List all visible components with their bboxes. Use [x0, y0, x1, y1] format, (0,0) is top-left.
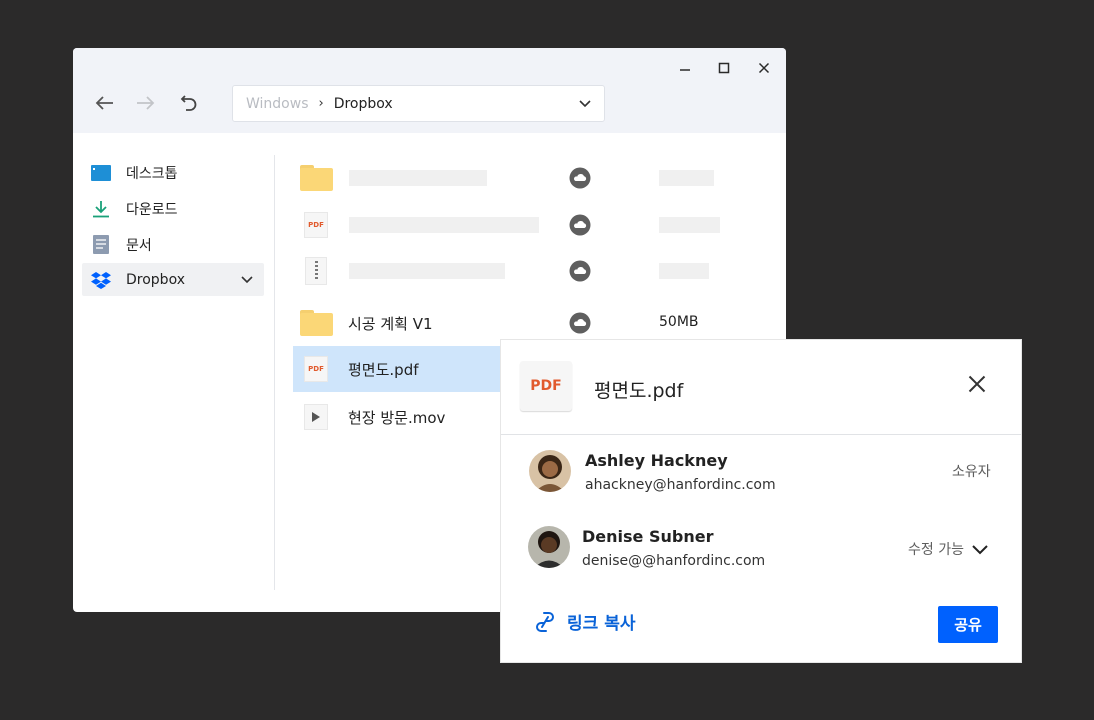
dropbox-icon [91, 270, 111, 290]
size-placeholder [659, 263, 709, 279]
video-file-icon [299, 403, 333, 431]
chevron-down-icon [972, 545, 988, 555]
user-email: denise@@hanfordinc.com [582, 553, 766, 569]
file-row[interactable] [293, 248, 778, 294]
sidebar-item-label: 다운로드 [126, 201, 178, 218]
pdf-file-icon: PDF [299, 211, 333, 239]
share-file-name: 평면도.pdf [594, 380, 684, 402]
arrow-right-icon [137, 96, 155, 110]
name-placeholder [349, 217, 539, 233]
pdf-icon-label: PDF [304, 212, 328, 238]
link-icon [536, 611, 554, 632]
folder-icon [299, 309, 333, 337]
user-name: Denise Subner [582, 527, 714, 546]
share-panel: PDF 평면도.pdf Ashley Hackney ahackney@hanf… [501, 340, 1021, 662]
pdf-file-badge: PDF [520, 361, 572, 411]
explorer-toolbar: Windows › Dropbox [73, 48, 786, 133]
forward-button[interactable] [133, 90, 159, 116]
share-button[interactable]: 공유 [938, 606, 998, 643]
pdf-icon-label: PDF [304, 356, 328, 382]
undo-icon [180, 95, 197, 111]
download-icon [91, 199, 111, 219]
cloud-status-icon [569, 167, 591, 193]
pdf-file-icon: PDF [299, 355, 333, 383]
sidebar-item-label: 데스크톱 [126, 165, 178, 182]
shared-user-row: Ashley Hackney ahackney@hanfordinc.com 소… [501, 448, 1021, 508]
permission-dropdown[interactable]: 수정 가능 [908, 539, 988, 559]
address-bar[interactable]: Windows › Dropbox [232, 85, 605, 122]
user-email: ahackney@hanfordinc.com [585, 477, 776, 493]
expand-dropbox-button[interactable] [240, 272, 254, 290]
maximize-button[interactable] [713, 58, 735, 78]
desktop-icon [91, 163, 111, 183]
refresh-button[interactable] [176, 90, 202, 116]
file-size: 50MB [659, 314, 699, 330]
maximize-icon [718, 62, 730, 74]
file-name: 현장 방문.mov [348, 409, 446, 427]
file-name: 시공 계획 V1 [348, 315, 433, 333]
user-role: 소유자 [952, 464, 991, 480]
zip-file-icon [299, 257, 333, 285]
close-icon [758, 62, 770, 74]
name-placeholder [349, 263, 505, 279]
share-panel-header: PDF 평면도.pdf [501, 340, 1021, 435]
address-current[interactable]: Dropbox [334, 96, 393, 112]
sidebar-item-dropbox[interactable]: Dropbox [82, 263, 264, 296]
shared-user-row: Denise Subner denise@@hanfordinc.com 수정 … [501, 525, 1021, 585]
copy-link-button[interactable]: 링크 복사 [535, 609, 635, 634]
user-name: Ashley Hackney [585, 451, 728, 470]
copy-link-label: 링크 복사 [567, 614, 636, 634]
minimize-button[interactable] [674, 58, 696, 78]
chevron-down-icon [241, 276, 253, 284]
address-root[interactable]: Windows [246, 96, 309, 112]
name-placeholder [349, 170, 487, 186]
document-icon [91, 235, 111, 255]
cloud-status-icon [569, 312, 591, 338]
sidebar-item-desktop[interactable]: 데스크톱 [82, 156, 264, 189]
arrow-left-icon [95, 96, 113, 110]
avatar [529, 450, 571, 492]
cloud-status-icon [569, 260, 591, 286]
file-name: 평면도.pdf [348, 361, 419, 379]
chevron-down-icon [579, 100, 591, 108]
play-icon [312, 412, 320, 422]
back-button[interactable] [91, 90, 117, 116]
close-icon [968, 375, 986, 393]
minimize-icon [680, 69, 690, 71]
close-panel-button[interactable] [963, 370, 991, 398]
folder-icon [299, 164, 333, 192]
permission-label: 수정 가능 [908, 542, 964, 558]
avatar [528, 526, 570, 568]
sidebar-item-label: 문서 [126, 237, 152, 254]
address-dropdown-button[interactable] [578, 96, 592, 114]
sidebar-item-downloads[interactable]: 다운로드 [82, 192, 264, 225]
size-placeholder [659, 170, 714, 186]
sidebar-item-documents[interactable]: 문서 [82, 228, 264, 261]
close-window-button[interactable] [753, 58, 775, 78]
sidebar-item-label: Dropbox [126, 271, 185, 288]
cloud-status-icon [569, 214, 591, 240]
sidebar-divider [274, 155, 275, 590]
file-row[interactable] [293, 155, 778, 201]
size-placeholder [659, 217, 720, 233]
file-row[interactable]: PDF [293, 202, 778, 248]
address-separator: › [318, 96, 324, 111]
